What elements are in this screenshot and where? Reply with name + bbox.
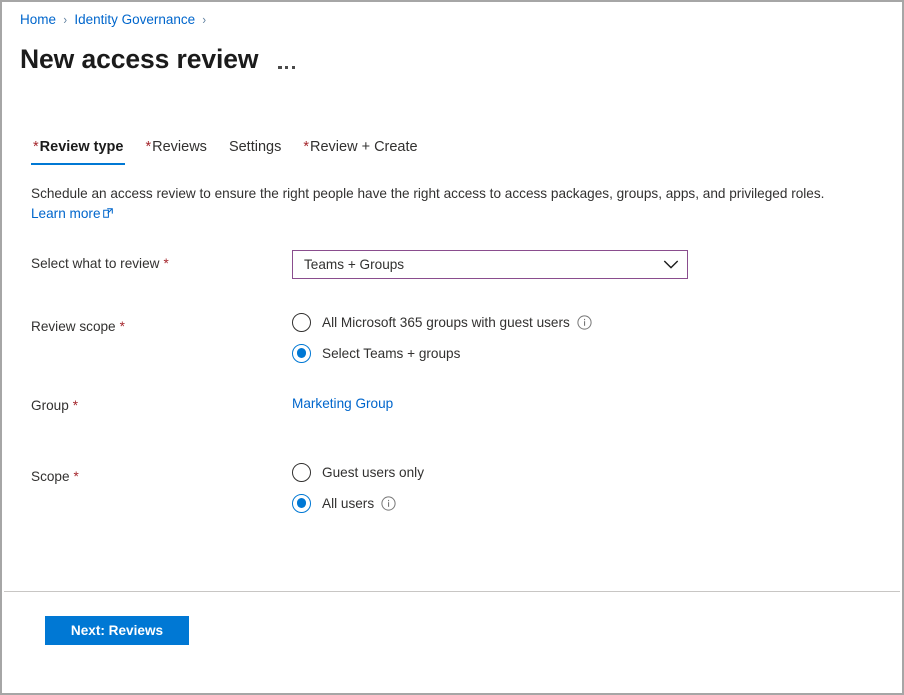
radio-all-users[interactable]: All users — [292, 493, 904, 513]
tab-label: Settings — [229, 139, 281, 155]
radio-mark — [292, 463, 311, 482]
tab-label: Reviews — [152, 139, 207, 155]
next-reviews-button[interactable]: Next: Reviews — [45, 616, 189, 645]
field-control: All Microsoft 365 groups with guest user… — [292, 312, 904, 363]
radio-label: Guest users only — [322, 463, 424, 482]
learn-more-label: Learn more — [31, 204, 101, 224]
required-asterisk: * — [163, 256, 168, 271]
selected-group-link[interactable]: Marketing Group — [292, 396, 393, 411]
label-text: Scope — [31, 469, 70, 484]
field-label-group: Group * — [2, 394, 292, 416]
breadcrumb-item-home[interactable]: Home — [20, 11, 56, 29]
label-text: Select what to review — [31, 256, 159, 271]
field-scope: Scope * Guest users only All users — [2, 462, 904, 528]
more-options-icon[interactable] — [278, 66, 295, 69]
review-scope-radio-group: All Microsoft 365 groups with guest user… — [292, 312, 904, 363]
new-access-review-page: Home › Identity Governance › New access … — [0, 0, 904, 695]
radio-label: All Microsoft 365 groups with guest user… — [322, 313, 570, 332]
info-icon[interactable] — [577, 315, 592, 330]
learn-more-link[interactable]: Learn more — [31, 204, 113, 224]
field-control: Guest users only All users — [292, 462, 904, 513]
label-text: Group — [31, 398, 69, 413]
required-asterisk: * — [74, 469, 79, 484]
radio-all-m365-groups-with-guest-users[interactable]: All Microsoft 365 groups with guest user… — [292, 312, 904, 332]
dropdown-selected-value: Teams + Groups — [304, 256, 663, 274]
required-asterisk: * — [73, 398, 78, 413]
chevron-down-icon — [663, 259, 679, 270]
dot — [292, 66, 295, 69]
field-group: Group * Marketing Group — [2, 394, 904, 462]
required-asterisk: * — [120, 319, 125, 334]
tab-settings[interactable]: Settings — [218, 138, 292, 165]
breadcrumb-separator-icon: › — [63, 11, 67, 29]
tab-review-create[interactable]: *Review + Create — [292, 138, 428, 165]
field-control: Marketing Group — [292, 394, 904, 414]
page-title: New access review — [20, 42, 258, 76]
field-label-select-what-to-review: Select what to review * — [2, 250, 292, 274]
radio-mark — [292, 494, 311, 513]
field-label-scope: Scope * — [2, 462, 292, 487]
review-type-form: Select what to review * Teams + Groups Re… — [2, 250, 904, 528]
dot — [285, 66, 288, 69]
required-asterisk: * — [303, 139, 309, 155]
description-text: Schedule an access review to ensure the … — [31, 186, 824, 201]
title-row: New access review — [20, 40, 295, 76]
tab-label: Review type — [40, 139, 124, 155]
field-review-scope: Review scope * All Microsoft 365 groups w… — [2, 312, 904, 394]
radio-mark — [292, 313, 311, 332]
breadcrumb-item-identity-governance[interactable]: Identity Governance — [74, 11, 195, 29]
field-label-review-scope: Review scope * — [2, 312, 292, 337]
description-block: Schedule an access review to ensure the … — [31, 184, 891, 224]
footer-divider — [4, 591, 900, 592]
dot — [278, 66, 281, 69]
breadcrumb-separator-icon: › — [203, 11, 207, 29]
external-link-icon — [103, 204, 113, 224]
field-select-what-to-review: Select what to review * Teams + Groups — [2, 250, 904, 312]
tab-reviews[interactable]: *Reviews — [134, 138, 217, 165]
field-control: Teams + Groups — [292, 250, 904, 279]
wizard-tabs: *Review type *Reviews Settings *Review +… — [22, 138, 429, 170]
tab-review-type[interactable]: *Review type — [22, 138, 134, 165]
required-asterisk: * — [145, 139, 151, 155]
breadcrumb: Home › Identity Governance › — [20, 11, 214, 29]
info-icon[interactable] — [381, 496, 396, 511]
radio-label: Select Teams + groups — [322, 344, 460, 363]
radio-label: All users — [322, 494, 374, 513]
required-asterisk: * — [33, 139, 39, 155]
scope-radio-group: Guest users only All users — [292, 462, 904, 513]
radio-guest-users-only[interactable]: Guest users only — [292, 462, 904, 482]
select-what-to-review-dropdown[interactable]: Teams + Groups — [292, 250, 688, 279]
radio-select-teams-groups[interactable]: Select Teams + groups — [292, 343, 904, 363]
label-text: Review scope — [31, 319, 116, 334]
radio-mark — [292, 344, 311, 363]
tab-label: Review + Create — [310, 139, 418, 155]
